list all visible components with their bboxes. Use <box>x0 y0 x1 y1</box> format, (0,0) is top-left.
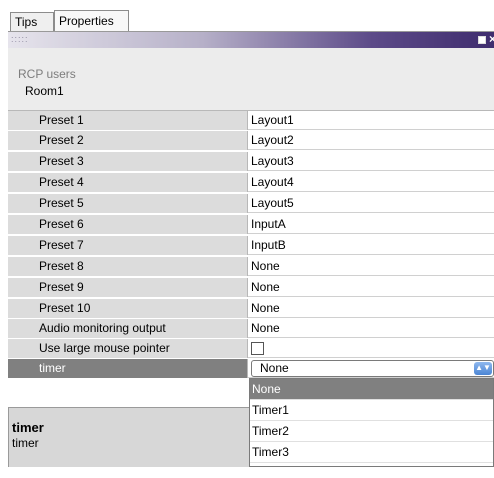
property-value[interactable]: InputB <box>249 236 494 255</box>
property-name: Preset 10 <box>8 299 248 318</box>
property-value[interactable]: Layout5 <box>249 194 494 213</box>
property-value[interactable]: None <box>249 299 494 318</box>
property-name: Use large mouse pointer <box>8 339 248 358</box>
properties-panel: Tips Properties ::::: × RCP users Room1 … <box>0 0 494 478</box>
close-icon[interactable]: × <box>489 32 494 46</box>
property-name: Preset 8 <box>8 257 248 276</box>
panel-title-bar[interactable]: ::::: × <box>8 31 494 48</box>
property-name: Preset 9 <box>8 278 248 297</box>
property-row-audio-monitoring-output[interactable]: Audio monitoring output None <box>8 319 494 338</box>
property-row-preset-3[interactable]: Preset 3 Layout3 <box>8 152 494 171</box>
property-name: Preset 1 <box>8 111 248 130</box>
property-row-timer[interactable]: timer None ▲▼ <box>8 359 494 378</box>
property-name: Preset 5 <box>8 194 248 213</box>
dropdown-option-timer3[interactable]: Timer3 <box>250 442 493 463</box>
property-name: Preset 6 <box>8 215 248 234</box>
property-row-preset-5[interactable]: Preset 5 Layout5 <box>8 194 494 213</box>
tab-tips[interactable]: Tips <box>10 12 54 31</box>
object-name: Room1 <box>25 84 64 98</box>
property-name: Audio monitoring output <box>8 319 248 338</box>
timer-dropdown-list: None Timer1 Timer2 Timer3 <box>249 378 494 467</box>
object-type-label: RCP users <box>18 67 76 81</box>
dropdown-arrow-icon[interactable]: ▲▼ <box>474 362 492 375</box>
property-name: Preset 7 <box>8 236 248 255</box>
property-row-preset-1[interactable]: Preset 1 Layout1 <box>8 111 494 130</box>
property-row-preset-2[interactable]: Preset 2 Layout2 <box>8 131 494 150</box>
property-row-preset-9[interactable]: Preset 9 None <box>8 278 494 297</box>
property-row-preset-8[interactable]: Preset 8 None <box>8 257 494 276</box>
property-value[interactable]: Layout2 <box>249 131 494 150</box>
timer-select-value: None <box>260 361 289 375</box>
dropdown-option-none[interactable]: None <box>250 379 493 400</box>
tab-bar: Tips Properties <box>0 0 494 31</box>
property-row-preset-7[interactable]: Preset 7 InputB <box>8 236 494 255</box>
property-value <box>249 339 494 358</box>
description-title: timer <box>12 420 44 435</box>
property-row-use-large-mouse-pointer[interactable]: Use large mouse pointer <box>8 339 494 358</box>
property-name: Preset 4 <box>8 173 248 192</box>
object-header: RCP users Room1 <box>8 48 494 110</box>
property-value[interactable]: InputA <box>249 215 494 234</box>
property-name: Preset 3 <box>8 152 248 171</box>
property-row-preset-10[interactable]: Preset 10 None <box>8 299 494 318</box>
property-value[interactable]: None <box>249 257 494 276</box>
property-value[interactable]: Layout3 <box>249 152 494 171</box>
property-name: Preset 2 <box>8 131 248 150</box>
property-row-preset-6[interactable]: Preset 6 InputA <box>8 215 494 234</box>
property-value[interactable]: Layout4 <box>249 173 494 192</box>
property-grid: Preset 1 Layout1 Preset 2 Layout2 Preset… <box>8 110 494 407</box>
property-row-preset-4[interactable]: Preset 4 Layout4 <box>8 173 494 192</box>
property-value[interactable]: None <box>249 278 494 297</box>
property-value[interactable]: None <box>249 319 494 338</box>
property-name: timer <box>8 359 248 378</box>
description-text: timer <box>12 436 39 450</box>
dropdown-option-timer1[interactable]: Timer1 <box>250 400 493 421</box>
drag-grip-icon[interactable]: ::::: <box>11 34 29 44</box>
tab-properties[interactable]: Properties <box>54 10 129 31</box>
dropdown-option-timer2[interactable]: Timer2 <box>250 421 493 442</box>
maximize-icon[interactable] <box>478 36 486 44</box>
timer-select[interactable]: None ▲▼ <box>251 360 494 377</box>
property-value[interactable]: Layout1 <box>249 111 494 130</box>
large-mouse-pointer-checkbox[interactable] <box>251 342 264 355</box>
